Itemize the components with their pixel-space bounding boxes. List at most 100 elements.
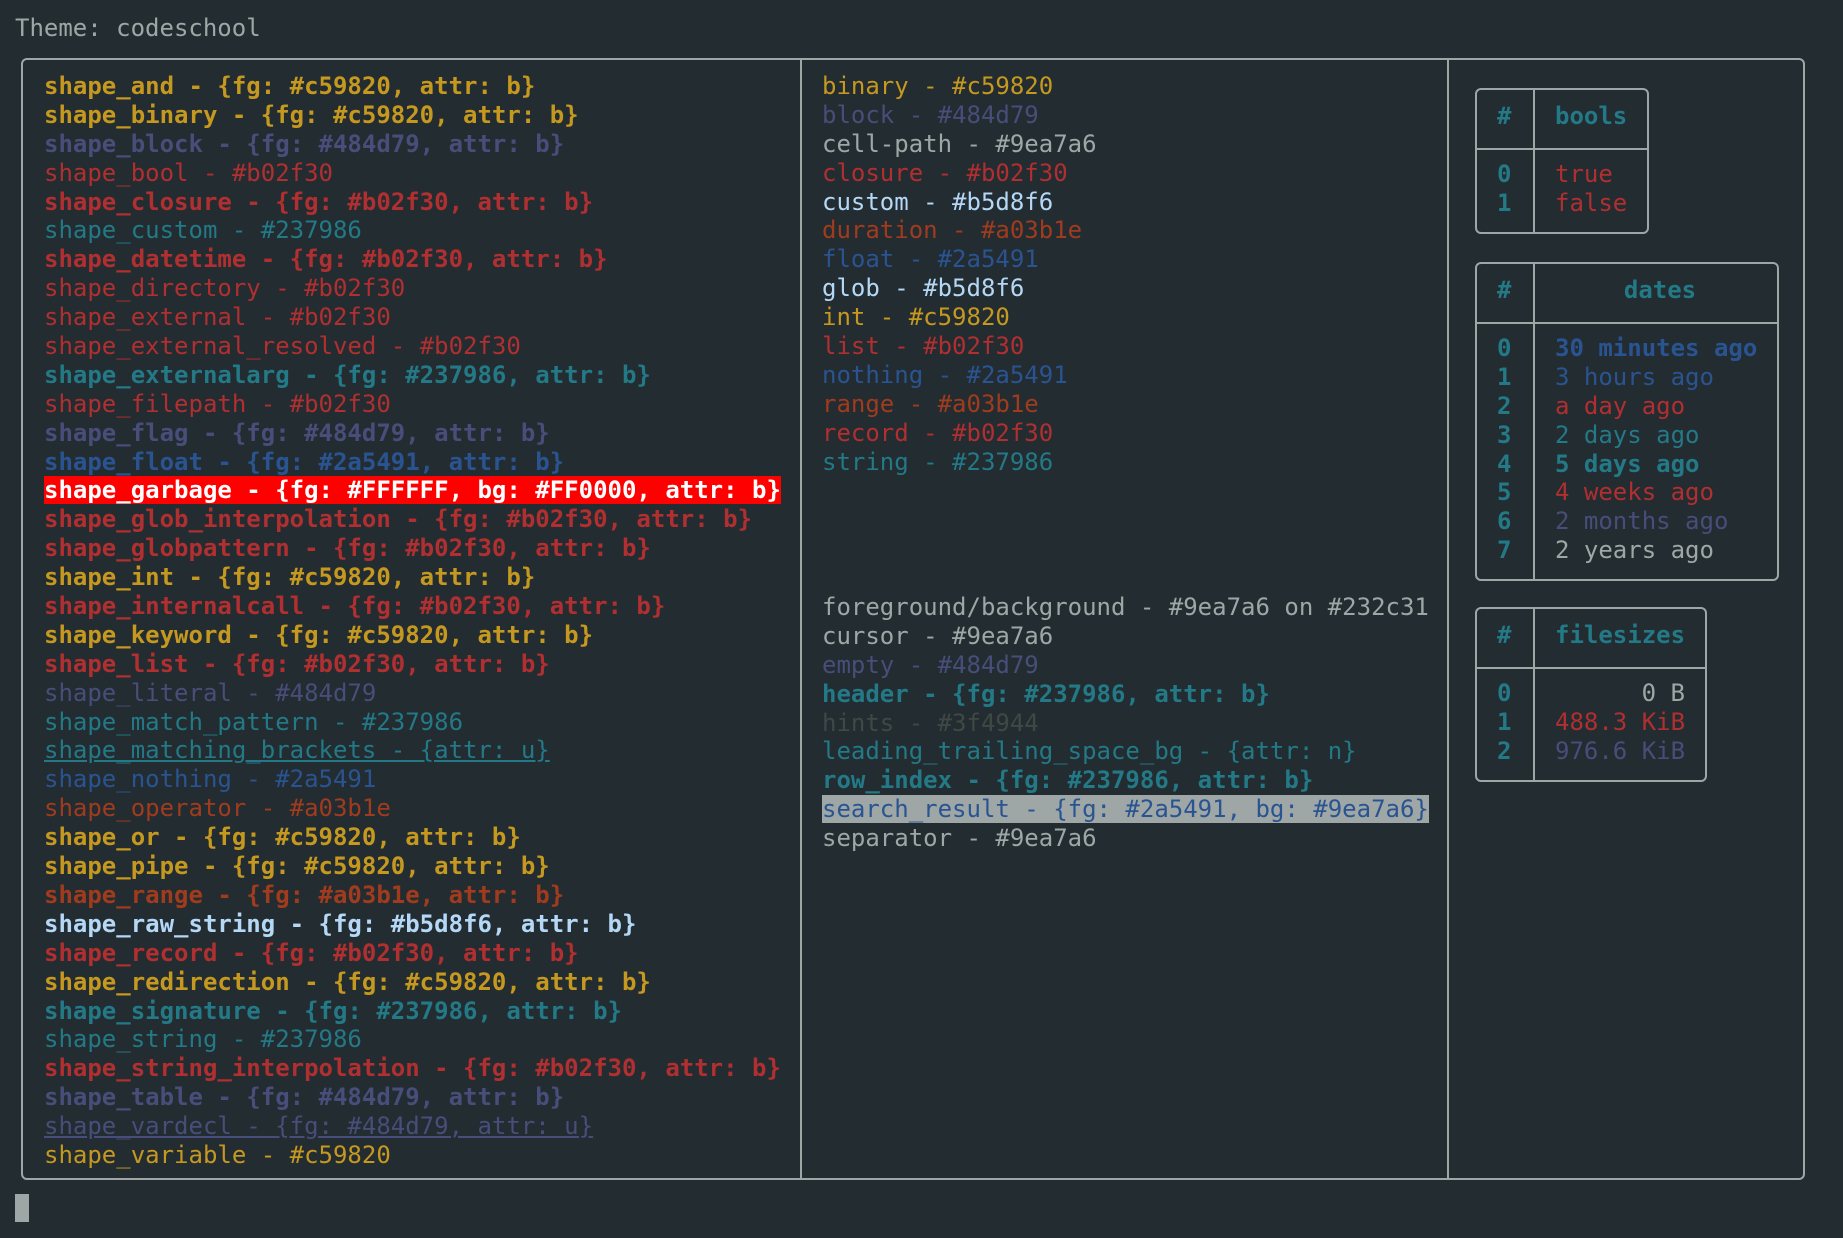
dates-row-value: 30 minutes ago xyxy=(1555,334,1758,362)
shape-setting-row: shape_record - {fg: #b02f30, attr: b} xyxy=(44,939,781,968)
shape-setting-row-text: shape_glob_interpolation - {fg: #b02f30,… xyxy=(44,505,753,534)
shape-setting-row-text: shape_external_resolved - #b02f30 xyxy=(44,332,521,361)
shape-setting-row: shape_block - {fg: #484d79, attr: b} xyxy=(44,130,781,159)
dates-row-index: 4 xyxy=(1497,449,1512,478)
shape-setting-row: shape_bool - #b02f30 xyxy=(44,159,781,188)
bools-row-value: true xyxy=(1555,160,1613,188)
shape-setting-row: shape_and - {fg: #c59820, attr: b} xyxy=(44,72,781,101)
shape-setting-row-text: shape_internalcall - {fg: #b02f30, attr:… xyxy=(44,592,666,621)
type-color-row: glob - #b5d8f6 xyxy=(822,274,1097,303)
theme-title: Theme: codeschool xyxy=(15,14,261,42)
shape-setting-row-text: shape_flag - {fg: #484d79, attr: b} xyxy=(44,418,550,447)
type-color-row: range - #a03b1e xyxy=(822,390,1097,419)
shape-setting-row-text: shape_signature - {fg: #237986, attr: b} xyxy=(44,996,622,1025)
shape-setting-row: shape_matching_brackets - {attr: u} xyxy=(44,736,781,765)
bools-row-index: 0 xyxy=(1497,160,1512,188)
filesizes-row-value: 976.6 KiB xyxy=(1555,736,1686,765)
shape-setting-row-text: shape_closure - {fg: #b02f30, attr: b} xyxy=(44,187,594,216)
dates-row-value: 5 days ago xyxy=(1555,449,1700,478)
type-color-row-text: custom - #b5d8f6 xyxy=(822,187,1054,216)
ui-color-row: search_result - {fg: #2a5491, bg: #9ea7a… xyxy=(822,795,1429,824)
filesizes-row: 0 0 B xyxy=(1497,679,1685,708)
shape-setting-row-text: shape_raw_string - {fg: #b5d8f6, attr: b… xyxy=(44,909,637,938)
shape-setting-row: shape_literal - #484d79 xyxy=(44,679,781,708)
type-colors-column: binary - #c59820 block - #484d79 cell-path… xyxy=(822,72,1097,476)
ui-color-row-text: empty - #484d79 xyxy=(822,650,1039,679)
type-color-row: custom - #b5d8f6 xyxy=(822,188,1097,217)
filesizes-row: 2 976.6 KiB xyxy=(1497,737,1685,766)
filesizes-rows: 0 0 B 1 488.3 KiB 2 976.6 KiB xyxy=(1497,679,1685,766)
shape-setting-row: shape_globpattern - {fg: #b02f30, attr: … xyxy=(44,534,781,563)
shape-setting-row-text: shape_operator - #a03b1e xyxy=(44,794,391,823)
shape-setting-row-text: shape_string - #237986 xyxy=(44,1025,362,1054)
shape-setting-row: shape_table - {fg: #484d79, attr: b} xyxy=(44,1083,781,1112)
bools-rows: 0 true 1 false xyxy=(1497,160,1627,218)
ui-color-row: separator - #9ea7a6 xyxy=(822,824,1429,853)
shape-setting-row: shape_custom - #237986 xyxy=(44,216,781,245)
shape-setting-row: shape_operator - #a03b1e xyxy=(44,794,781,823)
dates-row-value: 2 years ago xyxy=(1555,536,1714,565)
filesizes-row-value: 488.3 KiB xyxy=(1555,707,1686,736)
filesizes-hash-header: # xyxy=(1497,621,1512,649)
filesizes-header: filesizes xyxy=(1555,621,1686,649)
type-color-row: duration - #a03b1e xyxy=(822,216,1097,245)
filesizes-table: # filesizes 0 0 B 1 488.3 KiB 2 976.6 KiB xyxy=(1475,607,1707,782)
shape-setting-row-text: shape_block - {fg: #484d79, attr: b} xyxy=(44,129,565,158)
theme-table: shape_and - {fg: #c59820, attr: b} shape_… xyxy=(21,58,1805,1180)
shape-setting-row: shape_flag - {fg: #484d79, attr: b} xyxy=(44,419,781,448)
type-color-row: float - #2a5491 xyxy=(822,245,1097,274)
shape-setting-row: shape_binary - {fg: #c59820, attr: b} xyxy=(44,101,781,130)
filesizes-row-value: 0 B xyxy=(1641,679,1685,707)
type-color-row-text: list - #b02f30 xyxy=(822,332,1025,361)
shape-setting-row: shape_raw_string - {fg: #b5d8f6, attr: b… xyxy=(44,910,781,939)
type-color-row-text: duration - #a03b1e xyxy=(822,216,1083,245)
ui-color-row-text: header - {fg: #237986, attr: b} xyxy=(822,679,1270,708)
dates-row-value: 2 months ago xyxy=(1555,507,1729,536)
shape-setting-row-text: shape_bool - #b02f30 xyxy=(44,158,333,187)
shape-setting-row-text: shape_externalarg - {fg: #237986, attr: … xyxy=(44,360,651,389)
shape-setting-row: shape_internalcall - {fg: #b02f30, attr:… xyxy=(44,592,781,621)
type-color-row-text: glob - #b5d8f6 xyxy=(822,274,1025,303)
shape-setting-row: shape_string - #237986 xyxy=(44,1025,781,1054)
bools-header: bools xyxy=(1555,102,1628,130)
shape-setting-row-text: shape_pipe - {fg: #c59820, attr: b} xyxy=(44,852,550,881)
shape-setting-row: shape_glob_interpolation - {fg: #b02f30,… xyxy=(44,505,781,534)
type-color-row-text: block - #484d79 xyxy=(822,100,1039,129)
shape-setting-row: shape_externalarg - {fg: #237986, attr: … xyxy=(44,361,781,390)
shape-setting-row: shape_filepath - #b02f30 xyxy=(44,390,781,419)
type-color-row-text: binary - #c59820 xyxy=(822,72,1054,100)
shape-setting-row-text: shape_record - {fg: #b02f30, attr: b} xyxy=(44,938,579,967)
dates-row-index: 0 xyxy=(1497,334,1512,362)
type-color-row: nothing - #2a5491 xyxy=(822,361,1097,390)
ui-color-row: foreground/background - #9ea7a6 on #232c… xyxy=(822,593,1429,622)
shape-setting-row-text: shape_globpattern - {fg: #b02f30, attr: … xyxy=(44,534,651,563)
dates-row-index: 6 xyxy=(1497,507,1512,536)
shape-setting-row-text: shape_redirection - {fg: #c59820, attr: … xyxy=(44,967,651,996)
type-color-row-text: cell-path - #9ea7a6 xyxy=(822,129,1097,158)
bools-hash-header: # xyxy=(1497,102,1512,130)
bools-row: 1 false xyxy=(1497,189,1627,218)
dates-row-value: 4 weeks ago xyxy=(1555,478,1714,507)
dates-row-index: 3 xyxy=(1497,420,1512,449)
shape-setting-row: shape_variable - #c59820 xyxy=(44,1141,781,1170)
ui-color-row-text: separator - #9ea7a6 xyxy=(822,824,1097,853)
column-divider-1 xyxy=(800,60,802,1178)
shape-setting-row-text: shape_external - #b02f30 xyxy=(44,303,391,332)
ui-color-row-text: leading_trailing_space_bg - {attr: n} xyxy=(822,737,1357,766)
type-color-row: cell-path - #9ea7a6 xyxy=(822,130,1097,159)
shape-setting-row-text: shape_table - {fg: #484d79, attr: b} xyxy=(44,1083,565,1112)
shape-setting-row: shape_datetime - {fg: #b02f30, attr: b} xyxy=(44,245,781,274)
type-color-row-text: int - #c59820 xyxy=(822,303,1010,332)
ui-color-row: leading_trailing_space_bg - {attr: n} xyxy=(822,737,1429,766)
shape-setting-row-text: shape_datetime - {fg: #b02f30, attr: b} xyxy=(44,245,608,274)
dates-row-value: 3 hours ago xyxy=(1555,362,1714,391)
shape-setting-row-text: shape_directory - #b02f30 xyxy=(44,274,406,303)
shape-setting-row: shape_string_interpolation - {fg: #b02f3… xyxy=(44,1054,781,1083)
shape-setting-row: shape_vardecl - {fg: #484d79, attr: u} xyxy=(44,1112,781,1141)
shape-setting-row: shape_list - {fg: #b02f30, attr: b} xyxy=(44,650,781,679)
shape-setting-row: shape_range - {fg: #a03b1e, attr: b} xyxy=(44,881,781,910)
dates-row: 4 5 days ago xyxy=(1497,450,1757,479)
shape-setting-row: shape_keyword - {fg: #c59820, attr: b} xyxy=(44,621,781,650)
shape-setting-row: shape_or - {fg: #c59820, attr: b} xyxy=(44,823,781,852)
dates-rows: 0 30 minutes ago 1 3 hours ago 2 a day ago 3 2 … xyxy=(1497,334,1757,565)
